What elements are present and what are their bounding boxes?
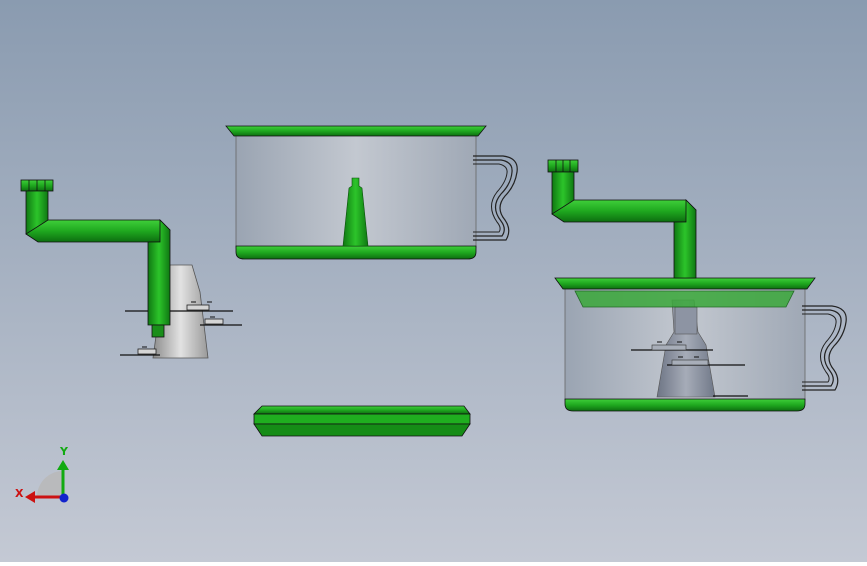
inner-lid-tray xyxy=(574,290,795,308)
lid-part[interactable] xyxy=(253,405,471,437)
pot-base xyxy=(564,398,806,412)
plate-clip xyxy=(137,348,157,355)
pot-base xyxy=(235,245,477,260)
cad-viewport[interactable]: Y X xyxy=(0,0,867,562)
crank-pipe-horizontal xyxy=(551,199,697,223)
x-axis-label: X xyxy=(15,487,24,500)
y-axis-label: Y xyxy=(59,445,69,458)
lid-bottom-bevel xyxy=(253,423,471,437)
plate-clip xyxy=(204,318,224,325)
pot-rim xyxy=(554,277,816,290)
cad-canvas[interactable]: Y X xyxy=(0,0,867,562)
lid-top-bevel xyxy=(253,405,471,415)
pot-rim xyxy=(225,125,487,137)
lid-band xyxy=(253,413,471,425)
pot-body-center[interactable] xyxy=(225,125,518,260)
crank-shaft-tip xyxy=(151,324,165,338)
plate-clip xyxy=(186,304,210,311)
z-axis-dot xyxy=(59,493,69,503)
crank-pipe-horizontal xyxy=(25,219,171,243)
